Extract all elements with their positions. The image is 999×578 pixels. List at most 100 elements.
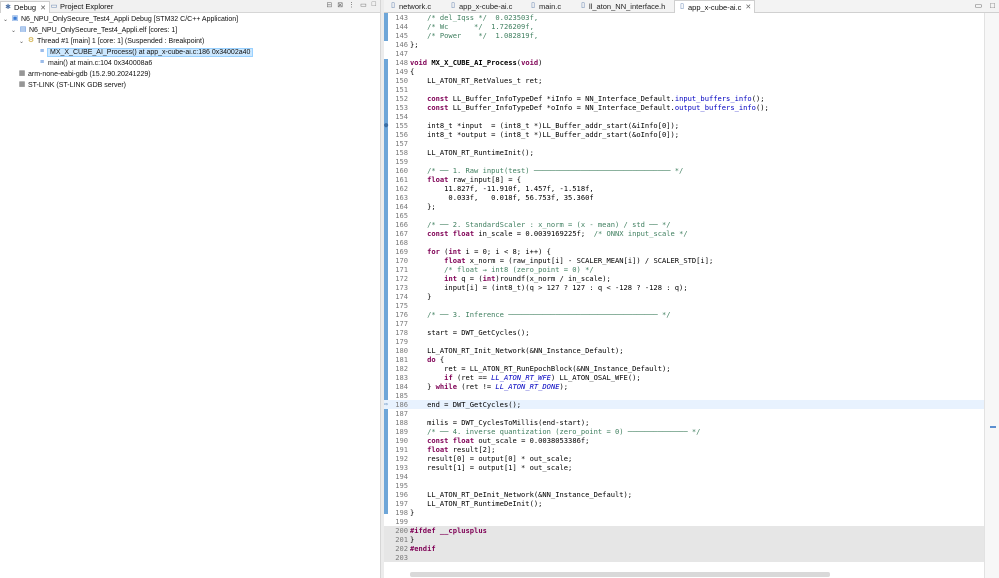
instruction-pointer-icon[interactable]: ⇨ [384,400,388,409]
line-number[interactable]: 166 [390,220,408,229]
line-number[interactable]: 167 [390,229,408,238]
breakpoint-icon[interactable]: ● [384,121,388,130]
code-line[interactable]: 197 LL_ATON_RT_RuntimeDeInit(); [384,499,984,508]
code-line[interactable]: 159 [384,157,984,166]
code-line[interactable]: 199 [384,517,984,526]
code-line[interactable]: 198} [384,508,984,517]
line-number[interactable]: 193 [390,463,408,472]
code-line[interactable]: 188 milis = DWT_CyclesToMillis(end-start… [384,418,984,427]
code-line[interactable]: 164 }; [384,202,984,211]
line-number[interactable]: 200 [390,526,408,535]
line-number[interactable]: 197 [390,499,408,508]
line-number[interactable]: 162 [390,184,408,193]
tab-network-c[interactable]: ▯ network.c [386,0,434,12]
line-number[interactable]: 183 [390,373,408,382]
code-line[interactable]: 171 /* float → int8 (zero_point = 0) */ [384,265,984,274]
code-line[interactable]: 189 /* ── 4. inverse quantization (zero_… [384,427,984,436]
line-number[interactable]: 158 [390,148,408,157]
line-number[interactable]: 195 [390,481,408,490]
line-number[interactable]: 186 [390,400,408,409]
chevron-down-icon[interactable]: ⌄ [2,16,9,23]
code-line[interactable]: 184 } while (ret != LL_ATON_RT_DONE); [384,382,984,391]
tree-item-stlink[interactable]: ▦ ST-LINK (ST-LINK GDB server) [18,80,126,90]
code-line[interactable]: 154 [384,112,984,121]
code-line[interactable]: 182 ret = LL_ATON_RT_RunEpochBlock(&NN_I… [384,364,984,373]
code-line[interactable]: 178 start = DWT_GetCycles(); [384,328,984,337]
line-number[interactable]: 187 [390,409,408,418]
current-line-marker[interactable] [990,426,996,428]
code-line[interactable]: 187 [384,409,984,418]
line-number[interactable]: 154 [390,112,408,121]
code-line[interactable]: 146}; [384,40,984,49]
code-line[interactable]: 185 [384,391,984,400]
view-menu-icon[interactable]: ⋮ [348,1,355,9]
line-number[interactable]: 148 [390,58,408,67]
tab-debug[interactable]: ✱ Debug ✕ [0,1,50,13]
tree-item-frame-current[interactable]: ≡ MX_X_CUBE_AI_Process() at app_x-cube-a… [38,47,254,57]
code-line[interactable]: 192 result[0] = output[0] * out_scale; [384,454,984,463]
code-line[interactable]: 191 float result[2]; [384,445,984,454]
tab-ll-aton-nn-interface-h[interactable]: ▯ ll_aton_NN_interface.h [576,0,668,12]
tab-app-x-cube-ai-c-active[interactable]: ▯ app_x-cube-ai.c ✕ [674,0,756,13]
code-line[interactable]: 202 #endif [384,544,984,553]
line-number[interactable]: 194 [390,472,408,481]
code-line[interactable]: 157 [384,139,984,148]
maximize-icon[interactable]: □ [372,1,376,9]
close-icon[interactable]: ✕ [745,3,751,11]
line-number[interactable]: 173 [390,283,408,292]
line-number[interactable]: 184 [390,382,408,391]
code-line[interactable]: 186 end = DWT_GetCycles(); ⇨ [384,400,984,409]
tree-item-gdb[interactable]: ▦ arm-none-eabi-gdb (15.2.90.20241229) [18,69,151,79]
tree-item-launch[interactable]: ⌄ ▣ N6_NPU_OnlySecure_Test4_Appli Debug … [2,14,238,24]
line-number[interactable]: 159 [390,157,408,166]
code-line[interactable]: 155 int8_t *input = (int8_t *)LL_Buffer_… [384,121,984,130]
line-number[interactable]: 202 [390,544,408,553]
line-number[interactable]: 152 [390,94,408,103]
code-editor[interactable]: 143 /* del_Iqss */ 0.023503f, 144 /* Wc *… [384,13,984,578]
close-icon[interactable]: ✕ [40,4,46,12]
line-number[interactable]: 165 [390,211,408,220]
code-line[interactable]: 201} [384,535,984,544]
chevron-down-icon[interactable]: ⌄ [18,38,25,45]
line-number[interactable]: 191 [390,445,408,454]
line-number[interactable]: 181 [390,355,408,364]
line-number[interactable]: 150 [390,76,408,85]
code-line[interactable]: 174 } [384,292,984,301]
line-number[interactable]: 144 [390,22,408,31]
code-line[interactable]: 194 [384,472,984,481]
tree-item-thread[interactable]: ⌄ ⚙ Thread #1 [main] 1 [core: 1] (Suspen… [18,36,204,46]
code-line[interactable]: 150 LL_ATON_RT_RetValues_t ret; [384,76,984,85]
code-line[interactable]: 166 /* ── 2. StandardScaler : x_norm = (… [384,220,984,229]
line-number[interactable]: 180 [390,346,408,355]
line-number[interactable]: 182 [390,364,408,373]
remove-terminated-icon[interactable]: ⊠ [337,1,343,9]
code-line[interactable]: 183 if (ret == LL_ATON_RT_WFE) LL_ATON_O… [384,373,984,382]
line-number[interactable]: 156 [390,130,408,139]
code-line[interactable]: 161 float raw_input[8] = { [384,175,984,184]
code-line[interactable]: 200 #ifdef __cplusplus [384,526,984,535]
code-line[interactable]: 162 11.827f, -11.910f, 1.457f, -1.518f, [384,184,984,193]
code-line[interactable]: 180 LL_ATON_RT_Init_Network(&NN_Instance… [384,346,984,355]
code-line[interactable]: 190 const float out_scale = 0.0038053386… [384,436,984,445]
code-line[interactable]: 177 [384,319,984,328]
code-line[interactable]: 172 int q = (int)roundf(x_norm / in_scal… [384,274,984,283]
code-line[interactable]: 144 /* Wc */ 1.726209f, [384,22,984,31]
chevron-down-icon[interactable]: ⌄ [10,27,17,34]
code-line[interactable]: 153 const LL_Buffer_InfoTypeDef *oInfo =… [384,103,984,112]
code-line[interactable]: 145 /* Power */ 1.082819f, [384,31,984,40]
line-number[interactable]: 171 [390,265,408,274]
line-number[interactable]: 145 [390,31,408,40]
line-number[interactable]: 189 [390,427,408,436]
line-number[interactable]: 190 [390,436,408,445]
line-number[interactable]: 176 [390,310,408,319]
line-number[interactable]: 147 [390,49,408,58]
line-number[interactable]: 157 [390,139,408,148]
line-number[interactable]: 174 [390,292,408,301]
code-line[interactable]: 149{ [384,67,984,76]
code-line[interactable]: 170 float x_norm = (raw_input[i] - SCALE… [384,256,984,265]
tab-main-c[interactable]: ▯ main.c [526,0,564,12]
line-number[interactable]: 163 [390,193,408,202]
code-line[interactable]: 169 for (int i = 0; i < 8; i++) { [384,247,984,256]
minimize-icon[interactable]: ▭ [975,1,983,10]
code-line[interactable]: 151 [384,85,984,94]
